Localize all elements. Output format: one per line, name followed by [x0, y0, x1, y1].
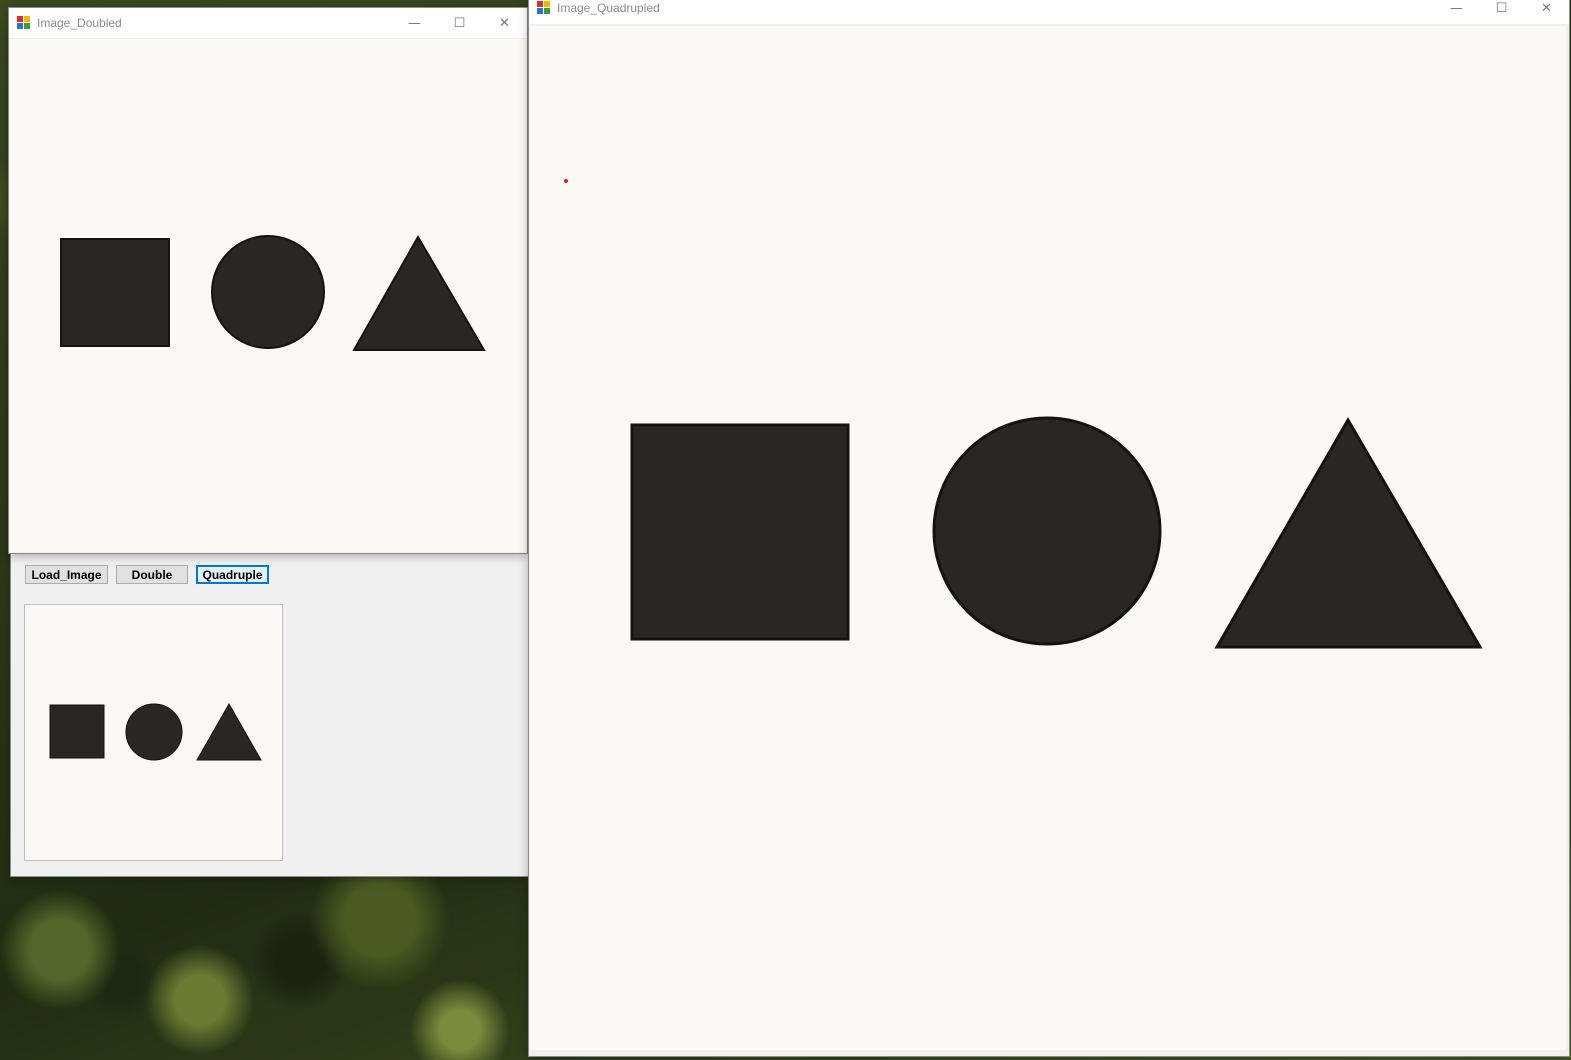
square-shape	[49, 704, 105, 759]
square-shape	[60, 238, 170, 347]
quadruple-button[interactable]: Quadruple	[196, 565, 269, 584]
quadrupled-image-canvas	[530, 26, 1566, 1050]
image-doubled-window: Image_Doubled — ☐ ✕	[9, 8, 527, 553]
maximize-icon[interactable]: ☐	[1479, 0, 1524, 24]
window-title: Image_Doubled	[37, 16, 122, 30]
triangle-shape	[196, 702, 262, 761]
doubled-image	[60, 234, 486, 351]
window-title: Image_Quadrupled	[557, 1, 660, 15]
app-icon	[17, 16, 31, 30]
close-icon[interactable]: ✕	[482, 8, 527, 38]
triangle-shape	[1214, 417, 1483, 649]
minimize-icon[interactable]: —	[1434, 0, 1479, 24]
maximize-icon[interactable]: ☐	[437, 8, 482, 38]
original-image-box	[24, 604, 283, 861]
cursor-dot	[564, 179, 568, 183]
image-quadrupled-window: Image_Quadrupled — ☐ ✕	[529, 0, 1569, 1056]
circle-shape	[932, 416, 1162, 646]
minimize-icon[interactable]: —	[392, 8, 437, 38]
app-icon	[537, 1, 551, 15]
double-button[interactable]: Double	[116, 565, 188, 584]
title-bar[interactable]: Image_Doubled — ☐ ✕	[9, 8, 527, 38]
title-bar[interactable]: Image_Quadrupled — ☐ ✕	[529, 0, 1569, 24]
load-image-button[interactable]: Load_Image	[25, 565, 108, 584]
circle-shape	[125, 703, 183, 761]
circle-shape	[211, 235, 325, 349]
square-shape	[630, 423, 850, 641]
close-icon[interactable]: ✕	[1524, 0, 1569, 24]
original-image	[49, 702, 262, 761]
triangle-shape	[352, 234, 486, 351]
doubled-image-canvas	[10, 39, 526, 552]
quadrupled-image	[564, 179, 1483, 649]
